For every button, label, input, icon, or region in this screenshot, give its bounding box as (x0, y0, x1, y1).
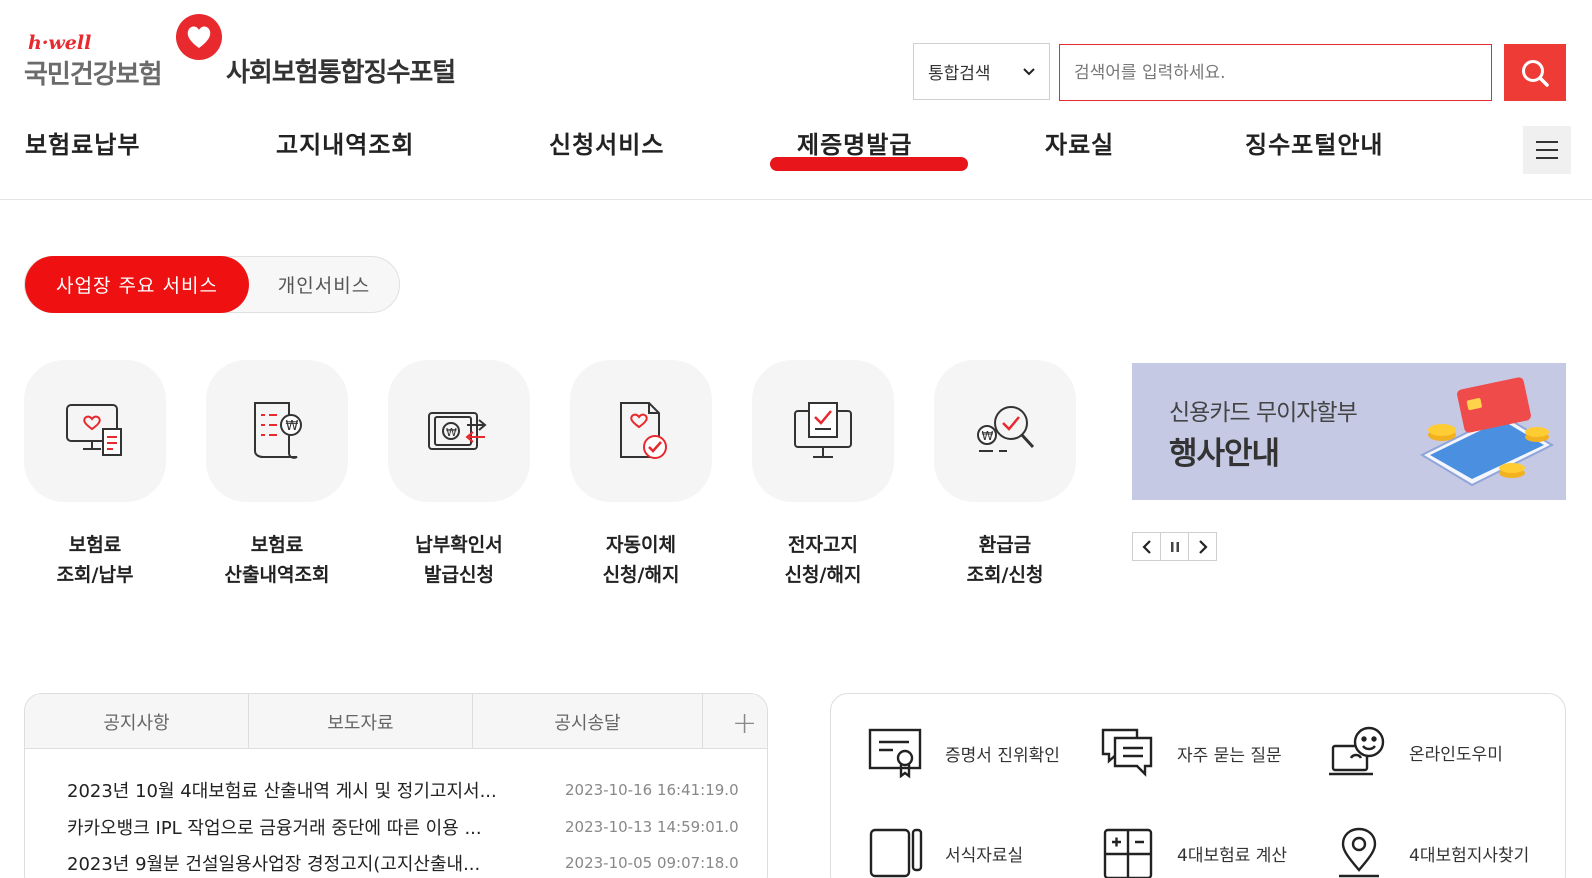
notice-title[interactable]: 2023년 9월분 건설일용사업장 경정고지(고지산출내... (67, 850, 537, 876)
nav-item-notice-history[interactable]: 고지내역조회 (276, 125, 414, 160)
search-icon (1522, 59, 1549, 87)
pause-slide-button[interactable] (1160, 532, 1189, 561)
payment-transfer-icon: ₩ (428, 412, 487, 450)
nav-item-application-services[interactable]: 신청서비스 (549, 125, 664, 160)
notice-date: 2023-10-16 16:41:19.0 (565, 781, 739, 799)
search-input[interactable] (1059, 44, 1492, 101)
svg-text:₩: ₩ (286, 419, 299, 434)
tab-personal-services[interactable]: 개인서비스 (249, 257, 399, 312)
quick-service-tile[interactable] (752, 360, 894, 502)
next-slide-button[interactable] (1188, 532, 1217, 561)
notice-date: 2023-10-13 14:59:01.0 (565, 818, 739, 836)
refund-search-icon: ₩ (977, 406, 1035, 452)
banner-slider-controls (1132, 532, 1217, 561)
nav-item-certificate-issue[interactable]: 제증명발급 (797, 125, 912, 160)
svg-text:₩: ₩ (446, 426, 457, 439)
quick-link[interactable]: 온라인도우미 (1329, 724, 1503, 780)
quick-service-label[interactable]: 보험료 조회/납부 (5, 530, 185, 590)
tab-press-releases[interactable]: 보도자료 (249, 694, 473, 749)
nav-item-portal-guide[interactable]: 징수포털안내 (1245, 125, 1383, 160)
search-button[interactable] (1504, 44, 1566, 101)
location-pin-icon (1339, 827, 1379, 878)
search-scope-select[interactable]: 통합검색 (913, 43, 1050, 100)
quick-service-label[interactable]: 보험료 산출내역조회 (187, 530, 367, 590)
notice-date: 2023-10-05 09:07:18.0 (565, 854, 739, 872)
quick-link[interactable]: 증명서 진위확인 (867, 726, 1060, 780)
quick-service-tile[interactable] (24, 360, 166, 502)
main-navigation: 보험료납부 고지내역조회 신청서비스 제증명발급 자료실 징수포털안내 (0, 125, 1592, 175)
credit-card-phone-illustration (1419, 377, 1555, 487)
quick-link[interactable]: 4대보험지사찾기 (1329, 826, 1529, 878)
notice-board: 공지사항 보도자료 공시송달 + 2023년 10월 4대보험료 산출내역 게시… (24, 693, 768, 878)
site-header: h·well 국민건강보험 사회보험통합징수포털 통합검색 보험료납부 고지내역… (0, 0, 1592, 200)
chevron-down-icon (1023, 67, 1035, 75)
banner-title: 행사안내 (1169, 436, 1280, 472)
board-tabs: 공지사항 보도자료 공시송달 + (25, 694, 767, 749)
notice-title[interactable]: 카카오뱅크 IPL 작업으로 금융거래 중단에 따른 이용 ... (67, 814, 537, 840)
nav-item-premium-payment[interactable]: 보험료납부 (25, 125, 140, 160)
monitor-bill-icon (66, 404, 122, 456)
faq-chat-icon (1101, 728, 1153, 777)
tab-notices[interactable]: 공지사항 (25, 694, 249, 749)
logo-org-name: 국민건강보험 (24, 60, 163, 90)
quick-link[interactable]: 서식자료실 (867, 826, 1023, 878)
quick-links-panel: 증명서 진위확인 자주 묻는 질문 온라인도우미 서식자료실 4대보험료 계산 … (830, 693, 1566, 878)
svg-text:₩: ₩ (982, 429, 994, 443)
quick-service-tile[interactable] (570, 360, 712, 502)
quick-service-tile[interactable]: ₩ (934, 360, 1076, 502)
quick-service-label[interactable]: 자동이체 신청/해지 (551, 530, 731, 590)
quick-service-label[interactable]: 환급금 조회/신청 (915, 530, 1095, 590)
quick-link[interactable]: 자주 묻는 질문 (1099, 726, 1282, 780)
quick-service-tile[interactable]: ₩ (388, 360, 530, 502)
hamburger-menu-button[interactable] (1523, 126, 1571, 174)
more-plus-icon[interactable]: + (732, 706, 757, 741)
banner-subtitle: 신용카드 무이자할부 (1169, 400, 1358, 426)
prev-slide-button[interactable] (1132, 532, 1161, 561)
tab-public-service[interactable]: 공시송달 (473, 694, 703, 749)
quick-link[interactable]: 4대보험료 계산 (1099, 826, 1287, 878)
chevron-right-icon (1198, 539, 1208, 554)
certificate-icon (868, 728, 922, 779)
search-scope-value: 통합검색 (928, 64, 991, 84)
monitor-check-icon (794, 402, 852, 458)
quick-service-label[interactable]: 전자고지 신청/해지 (733, 530, 913, 590)
online-helper-icon (1329, 726, 1385, 776)
site-logo[interactable]: h·well 국민건강보험 사회보험통합징수포털 (24, 12, 494, 92)
notice-title[interactable]: 2023년 10월 4대보험료 산출내역 게시 및 정기고지서... (67, 777, 537, 803)
tab-business-services[interactable]: 사업장 주요 서비스 (25, 256, 249, 313)
heart-logo-icon (176, 14, 222, 60)
nav-item-resources[interactable]: 자료실 (1045, 125, 1114, 160)
portal-title: 사회보험통합징수포털 (226, 58, 456, 88)
document-check-icon (620, 402, 667, 459)
hamburger-icon (1536, 141, 1558, 143)
document-won-icon: ₩ (254, 402, 302, 459)
logo-tagline: h·well (28, 32, 92, 54)
calculator-icon (1103, 828, 1153, 878)
pause-icon (1170, 541, 1179, 552)
service-tabs: 사업장 주요 서비스 개인서비스 (24, 256, 400, 313)
promo-banner[interactable]: 신용카드 무이자할부 행사안내 (1132, 363, 1566, 500)
quick-service-label[interactable]: 납부확인서 발급신청 (369, 530, 549, 590)
quick-service-tile[interactable]: ₩ (206, 360, 348, 502)
chevron-left-icon (1141, 539, 1151, 554)
form-archive-icon (869, 828, 923, 878)
